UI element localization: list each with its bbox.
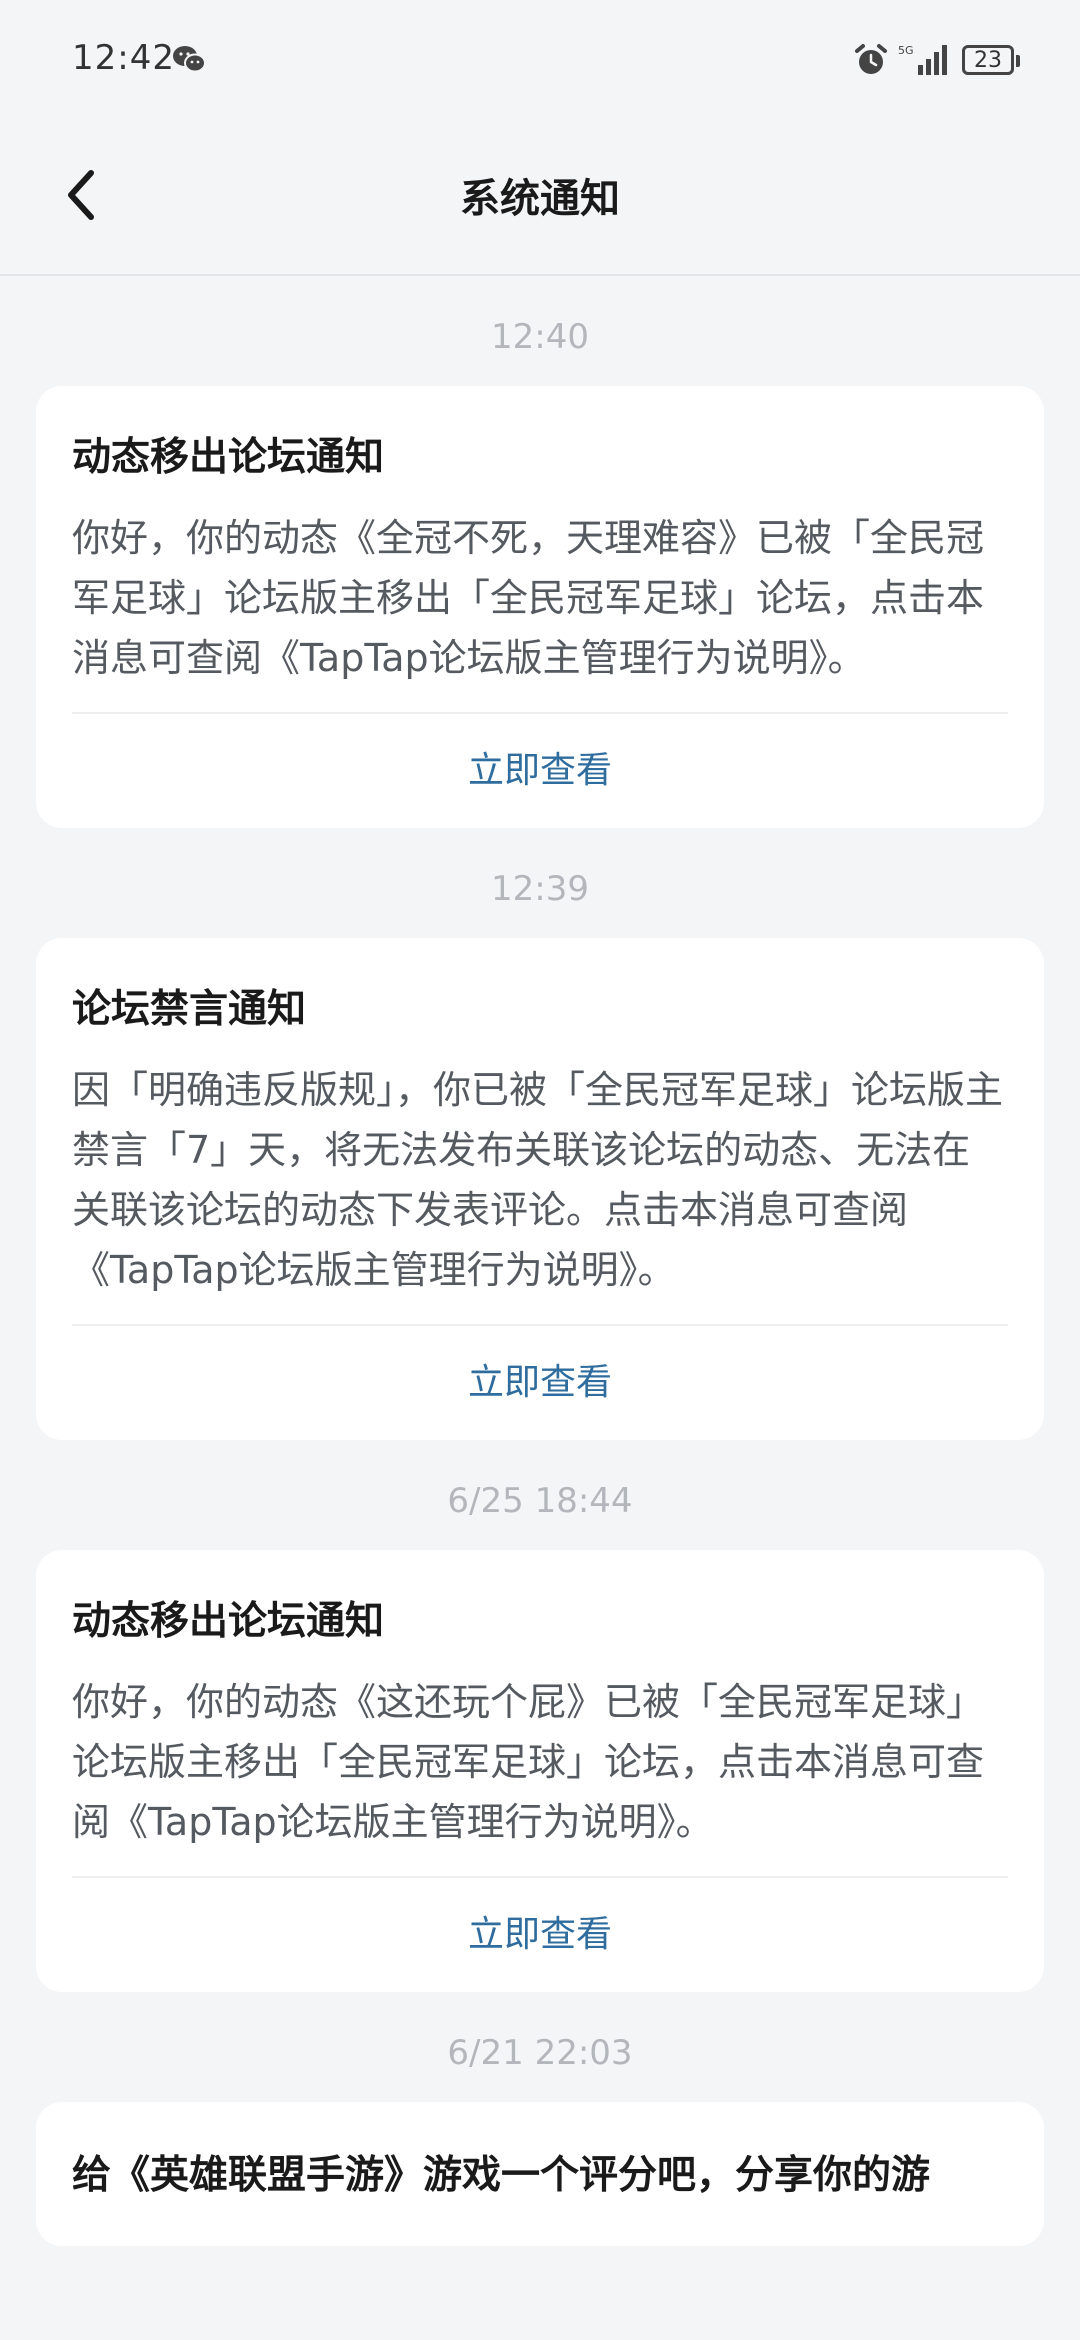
notification-timestamp: 12:40 xyxy=(491,317,589,357)
notification-body: 你好，你的动态《全冠不死，天理难容》已被「全民冠军足球」论坛版主移出「全民冠军足… xyxy=(72,516,985,680)
view-now-button[interactable]: 立即查看 xyxy=(72,714,1008,828)
signal-icon: 5G xyxy=(898,44,947,75)
notification-title: 论坛禁言通知 xyxy=(72,987,307,1032)
notification-body: 你好，你的动态《这还玩个屁》已被「全民冠军足球」论坛版主移出「全民冠军足球」论坛… xyxy=(72,1680,985,1844)
network-type-label: 5G xyxy=(898,44,914,57)
status-bar: 12:42 5G 23 xyxy=(0,0,1080,120)
notification-card[interactable]: 动态移出论坛通知 你好，你的动态《这还玩个屁》已被「全民冠军足球」论坛版主移出「… xyxy=(36,1550,1044,1992)
notification-list: 12:40 动态移出论坛通知 你好，你的动态《全冠不死，天理难容》已被「全民冠军… xyxy=(0,276,1080,2246)
notification-title: 给《英雄联盟手游》游戏一个评分吧，分享你的游 xyxy=(72,2153,931,2198)
navigation-bar: 系统通知 xyxy=(0,120,1080,276)
page-title: 系统通知 xyxy=(460,176,620,222)
notification-title: 动态移出论坛通知 xyxy=(72,1599,385,1644)
notification-timestamp: 6/21 22:03 xyxy=(447,2033,633,2073)
notification-title: 动态移出论坛通知 xyxy=(72,435,385,480)
notification-timestamp: 6/25 18:44 xyxy=(447,1481,633,1521)
status-time: 12:42 xyxy=(72,38,175,78)
notification-timestamp: 12:39 xyxy=(491,869,589,909)
battery-indicator: 23 xyxy=(962,45,1020,75)
notification-card[interactable]: 动态移出论坛通知 你好，你的动态《全冠不死，天理难容》已被「全民冠军足球」论坛版… xyxy=(36,386,1044,828)
battery-level: 23 xyxy=(974,47,1002,73)
alarm-icon xyxy=(855,44,887,74)
wechat-icon xyxy=(173,46,206,73)
notification-card[interactable]: 论坛禁言通知 因「明确违反版规」，你已被「全民冠军足球」论坛版主禁言「7」天，将… xyxy=(36,938,1044,1440)
status-icons: 5G 23 xyxy=(854,40,1020,80)
view-now-button[interactable]: 立即查看 xyxy=(72,1326,1008,1440)
view-now-button[interactable]: 立即查看 xyxy=(72,1878,1008,1992)
notification-card[interactable]: 给《英雄联盟手游》游戏一个评分吧，分享你的游 xyxy=(36,2102,1044,2246)
notification-body: 因「明确违反版规」，你已被「全民冠军足球」论坛版主禁言「7」天，将无法发布关联该… xyxy=(72,1068,1004,1292)
